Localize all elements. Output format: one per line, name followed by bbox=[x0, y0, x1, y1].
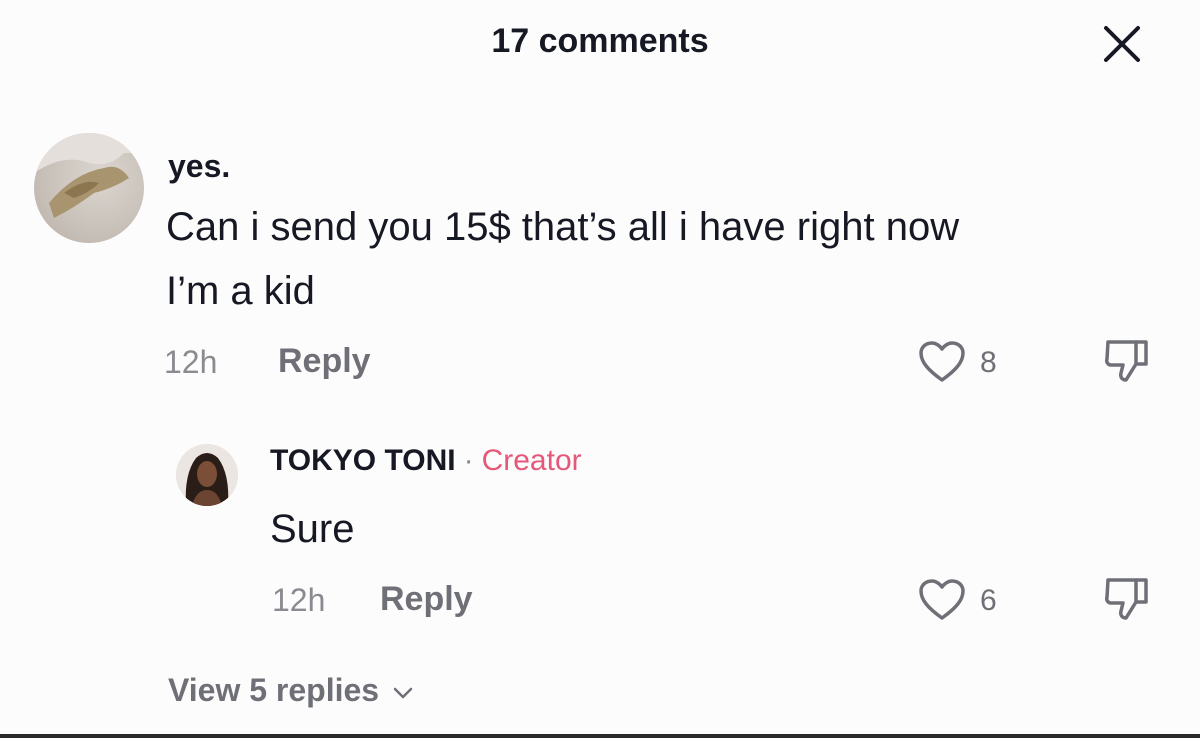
thumbs-down-icon[interactable] bbox=[1102, 574, 1150, 622]
close-button[interactable] bbox=[1102, 24, 1142, 64]
comments-header: 17 comments bbox=[0, 0, 1200, 90]
heart-outline-icon[interactable] bbox=[918, 340, 966, 384]
creator-avatar-image bbox=[176, 444, 238, 506]
creator-info: TOKYO TONI · Creator bbox=[270, 444, 582, 478]
reply-reply-button[interactable]: Reply bbox=[380, 580, 473, 619]
creator-badge: Creator bbox=[481, 444, 582, 477]
comment-text: Can i send you 15$ that’s all i have rig… bbox=[166, 195, 1156, 323]
bottom-divider bbox=[0, 734, 1200, 738]
reply-like-count: 6 bbox=[980, 584, 997, 617]
reply-text: Sure bbox=[270, 507, 355, 551]
comments-count-title: 17 comments bbox=[491, 22, 709, 60]
separator-dot: · bbox=[463, 444, 474, 477]
comment-text-line-2: I’m a kid bbox=[166, 269, 315, 313]
creator-username[interactable]: TOKYO TONI bbox=[270, 444, 456, 477]
close-icon bbox=[1104, 26, 1140, 62]
view-replies-label: View 5 replies bbox=[168, 672, 380, 708]
commenter-avatar[interactable] bbox=[34, 133, 144, 243]
comment-like-count: 8 bbox=[980, 346, 997, 379]
heart-outline-icon[interactable] bbox=[918, 578, 966, 622]
chevron-down-icon bbox=[393, 687, 413, 698]
comment-text-line-1: Can i send you 15$ that’s all i have rig… bbox=[166, 205, 960, 249]
avatar-image bbox=[34, 133, 144, 218]
view-replies-button[interactable]: View 5 replies bbox=[168, 672, 414, 709]
comment-timestamp: 12h bbox=[164, 344, 218, 380]
reply-timestamp: 12h bbox=[272, 582, 326, 618]
thumbs-down-icon[interactable] bbox=[1102, 336, 1150, 384]
comment-reply-button[interactable]: Reply bbox=[278, 342, 371, 381]
commenter-username[interactable]: yes. bbox=[168, 148, 230, 185]
creator-avatar[interactable] bbox=[176, 444, 238, 506]
